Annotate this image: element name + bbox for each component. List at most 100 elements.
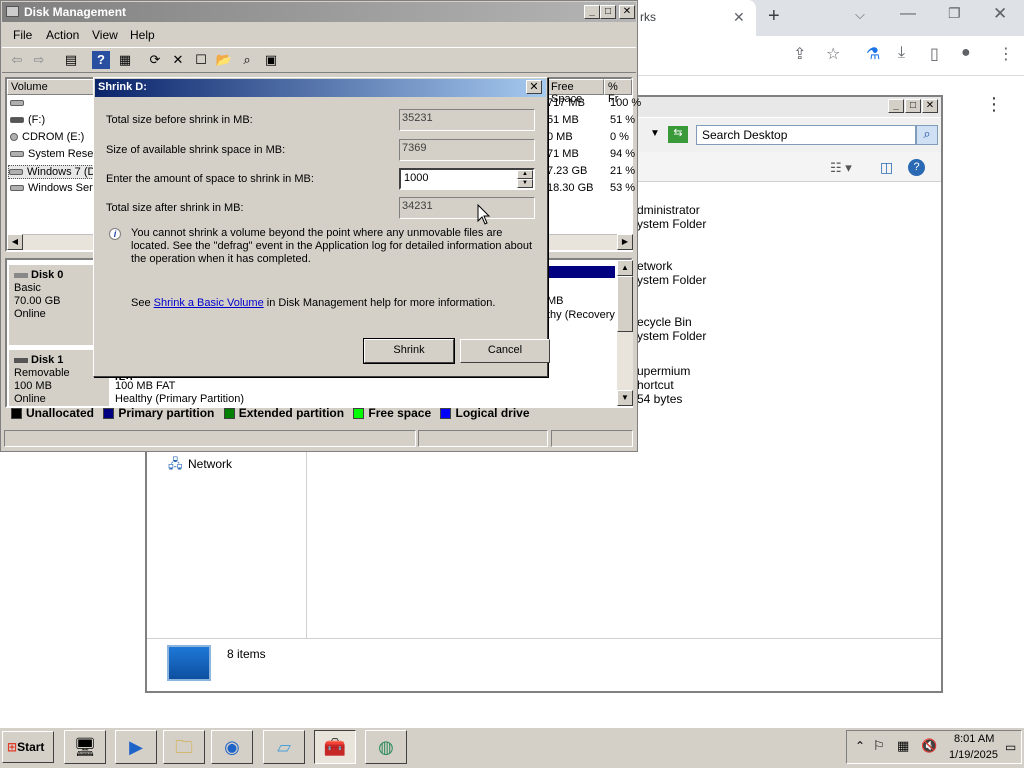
disk-state: Online xyxy=(14,308,46,320)
total-after-label: Total size after shrink in MB: xyxy=(106,202,244,214)
total-before-label: Total size before shrink in MB: xyxy=(106,114,253,126)
volume-row[interactable]: (F:) xyxy=(10,114,45,126)
lab-icon[interactable]: ⚗ xyxy=(866,44,880,64)
minimize-button[interactable]: _ xyxy=(584,5,600,19)
server-manager-icon[interactable]: 🖥 xyxy=(64,730,106,764)
disk-management-task-icon[interactable]: 🧰 xyxy=(314,730,356,764)
menu-view[interactable]: View xyxy=(92,28,118,42)
disk-size: 100 MB xyxy=(14,380,52,392)
volume-row[interactable] xyxy=(10,97,28,109)
partition-recovery[interactable]: MB thy (Recovery xyxy=(546,266,615,342)
browser-globe-icon[interactable]: ◉ xyxy=(211,730,253,764)
spin-down-icon[interactable]: ▼ xyxy=(517,179,533,188)
dialog-close-button[interactable]: ✕ xyxy=(526,80,542,94)
item-network[interactable]: etwork ystem Folder xyxy=(637,259,706,287)
item-size: 54 bytes xyxy=(637,392,683,406)
spin-up-icon[interactable]: ▲ xyxy=(517,170,533,179)
more-icon[interactable]: ⋮ xyxy=(985,94,1003,115)
clock-date[interactable]: 1/19/2025 xyxy=(949,749,998,761)
refresh-icon[interactable]: ⟳ xyxy=(146,51,164,69)
free-space-cell: 7.23 GB xyxy=(547,165,588,177)
menu-icon[interactable]: ⋮ xyxy=(998,44,1014,64)
network-tray-icon[interactable]: ▦ xyxy=(897,738,909,754)
refresh-icon[interactable]: ⇆ xyxy=(668,126,688,143)
help-link[interactable]: Shrink a Basic Volume xyxy=(154,297,264,309)
scroll-up-icon[interactable]: ▲ xyxy=(617,260,633,276)
console-icon[interactable]: ▦ xyxy=(116,51,134,69)
search-icon[interactable]: ⌕ xyxy=(916,125,938,145)
shrink-button[interactable]: Shrink xyxy=(363,338,455,364)
disk-state: Online xyxy=(14,393,46,405)
item-recycle-bin[interactable]: ecycle Bin ystem Folder xyxy=(637,315,706,343)
close-button[interactable]: ✕ xyxy=(619,5,635,19)
cdrom-icon xyxy=(10,133,18,142)
help-icon[interactable]: ? xyxy=(92,51,110,69)
volume-row[interactable]: CDROM (E:) xyxy=(10,131,84,143)
explorer-close-button[interactable]: ✕ xyxy=(922,99,938,113)
scroll-left-icon[interactable]: ◀ xyxy=(7,234,23,250)
menu-help[interactable]: Help xyxy=(130,28,155,42)
explorer-folder-icon[interactable]: 🗀 xyxy=(163,730,205,764)
nav-network-label[interactable]: Network xyxy=(188,457,232,471)
show-hide-tree-icon[interactable]: ▤ xyxy=(62,51,80,69)
delete-icon[interactable]: ✕ xyxy=(169,51,187,69)
volume-muted-icon[interactable]: 🔇 xyxy=(921,738,937,754)
help-prefix: See xyxy=(131,297,154,309)
item-count: 8 items xyxy=(227,647,266,661)
item-administrator[interactable]: dministrator ystem Folder xyxy=(637,203,706,231)
start-button[interactable]: ⊞Start xyxy=(2,731,54,763)
view-options-icon[interactable]: ☷ ▾ xyxy=(830,160,852,176)
cancel-button[interactable]: Cancel xyxy=(460,339,550,363)
free-space-cell: 0 MB xyxy=(547,131,573,143)
address-dropdown-icon[interactable]: ▼ xyxy=(650,128,660,139)
open-icon[interactable]: 📂 xyxy=(215,51,233,69)
search-input[interactable]: Search Desktop xyxy=(696,125,916,145)
browser-restore-button[interactable]: ❐ xyxy=(948,5,961,22)
settings-icon[interactable]: ▣ xyxy=(262,51,280,69)
tab-close-icon[interactable]: ✕ xyxy=(733,9,745,26)
chrome-task-icon[interactable]: ◍ xyxy=(365,730,407,764)
properties-icon[interactable]: ☐ xyxy=(192,51,210,69)
browser-close-button[interactable]: ✕ xyxy=(993,4,1007,24)
dialog-title: Shrink D: xyxy=(95,79,546,97)
flag-icon[interactable]: ⚐ xyxy=(873,738,885,754)
star-icon[interactable]: ☆ xyxy=(826,44,840,64)
item-supermium[interactable]: upermium hortcut 54 bytes xyxy=(637,364,690,406)
maximize-button[interactable]: □ xyxy=(600,5,616,19)
percent-cell: 94 % xyxy=(610,148,636,160)
tray-expand-icon[interactable]: ⌃ xyxy=(855,739,865,753)
preview-pane-icon[interactable]: ◫ xyxy=(880,159,893,176)
item-name: dministrator xyxy=(637,203,700,217)
volume-row[interactable]: Windows Serv xyxy=(10,182,98,194)
tab-search-icon[interactable]: ⌵ xyxy=(855,7,865,23)
forward-icon[interactable]: ⇨ xyxy=(30,51,48,69)
volume-row-selected[interactable]: Windows 7 (D xyxy=(8,165,96,179)
profile-icon[interactable]: ● xyxy=(961,44,971,62)
menu-action[interactable]: Action xyxy=(46,28,79,42)
scroll-right-icon[interactable]: ▶ xyxy=(617,234,633,250)
browser-minimize-button[interactable]: — xyxy=(900,5,916,23)
disk-type: Removable xyxy=(14,367,70,379)
explorer-maximize-button[interactable]: □ xyxy=(905,99,921,113)
volume-row[interactable]: System Reser xyxy=(10,148,97,160)
column-volume[interactable]: Volume xyxy=(7,79,95,95)
menu-file[interactable]: File xyxy=(13,28,32,42)
help-icon[interactable]: ? xyxy=(908,159,925,176)
new-tab-button[interactable]: + xyxy=(768,5,780,28)
clock-time[interactable]: 8:01 AM xyxy=(954,733,994,745)
share-icon[interactable]: ⇪ xyxy=(793,44,806,64)
powershell-icon[interactable]: ▶ xyxy=(115,730,157,764)
column-percent-free[interactable]: % Fr xyxy=(604,79,632,105)
scroll-thumb[interactable] xyxy=(617,276,633,332)
back-icon[interactable]: ⇦ xyxy=(8,51,26,69)
shrink-amount-input[interactable]: 1000 xyxy=(399,168,535,190)
notes-icon[interactable]: ▱ xyxy=(263,730,305,764)
scroll-down-icon[interactable]: ▼ xyxy=(617,390,633,406)
explorer-minimize-button[interactable]: _ xyxy=(888,99,904,113)
sidebar-icon[interactable]: ▯ xyxy=(930,44,939,64)
removable-drive-icon xyxy=(10,117,24,124)
download-icon[interactable]: ⤓ xyxy=(898,44,905,62)
show-desktop-icon[interactable]: ▭ xyxy=(1005,740,1016,754)
column-free-space[interactable]: Free Space xyxy=(547,79,604,105)
search-icon[interactable]: ⌕ xyxy=(238,51,256,69)
